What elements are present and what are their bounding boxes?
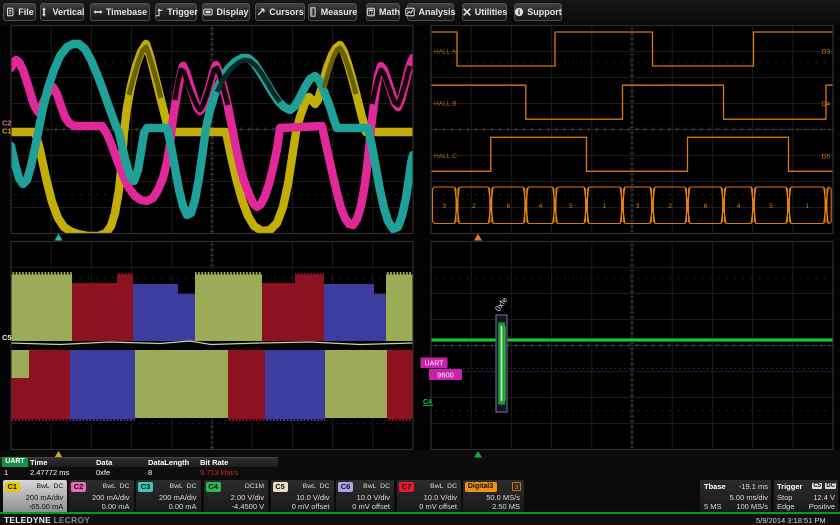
svg-text:5: 5 [569, 203, 573, 210]
svg-text:4: 4 [539, 203, 543, 210]
svg-text:5: 5 [769, 203, 773, 210]
svg-text:3: 3 [442, 203, 446, 210]
svg-text:C1: C1 [2, 127, 12, 136]
svg-text:2: 2 [668, 203, 672, 210]
svg-text:2: 2 [472, 203, 476, 210]
svg-text:6: 6 [704, 203, 708, 210]
svg-text:9600: 9600 [437, 371, 454, 380]
svg-text:HALL C: HALL C [434, 153, 457, 160]
svg-text:D3: D3 [822, 49, 831, 56]
svg-text:D5: D5 [822, 154, 831, 161]
svg-text:HALL B: HALL B [434, 101, 457, 108]
svg-text:3: 3 [636, 203, 640, 210]
svg-text:D4: D4 [822, 101, 831, 108]
svg-text:6: 6 [506, 203, 510, 210]
svg-text:UART: UART [425, 361, 445, 368]
svg-text:HALL A: HALL A [434, 49, 457, 56]
svg-text:1: 1 [805, 203, 809, 210]
svg-text:1: 1 [603, 203, 607, 210]
svg-text:4: 4 [737, 203, 741, 210]
svg-text:C5: C5 [2, 333, 12, 342]
